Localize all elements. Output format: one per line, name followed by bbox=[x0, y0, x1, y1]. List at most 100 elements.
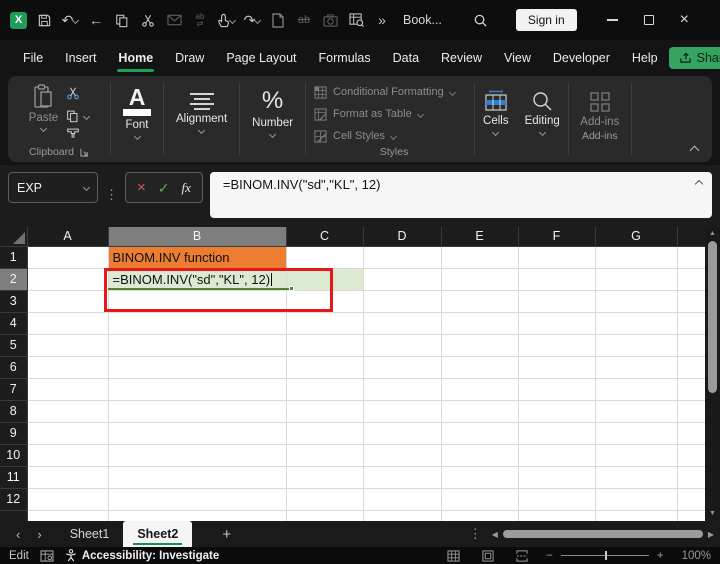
select-all-corner[interactable] bbox=[0, 227, 28, 247]
cell-G2[interactable] bbox=[595, 268, 678, 291]
tab-data[interactable]: Data bbox=[382, 46, 430, 70]
cell-E12[interactable] bbox=[441, 488, 519, 511]
column-header-G[interactable]: G bbox=[595, 227, 678, 247]
cell-H5[interactable] bbox=[677, 334, 705, 357]
horizontal-scrollbar[interactable]: ◀ ▶ bbox=[482, 530, 720, 539]
worksheet-grid[interactable]: A B C D E F G 1 BINOM.INV function 2 =BINOM.INV("s… bbox=[0, 227, 705, 521]
cell-D9[interactable] bbox=[363, 422, 442, 445]
share-button[interactable]: Share bbox=[668, 46, 720, 69]
cell-A7[interactable] bbox=[27, 378, 109, 401]
cell-G5[interactable] bbox=[595, 334, 678, 357]
cell-D7[interactable] bbox=[363, 378, 442, 401]
cell-C13[interactable] bbox=[286, 510, 364, 521]
cell-G4[interactable] bbox=[595, 312, 678, 335]
column-header-partial[interactable] bbox=[677, 227, 705, 247]
cell-D1[interactable] bbox=[363, 246, 442, 269]
name-box-dropdown-icon[interactable] bbox=[82, 183, 91, 192]
excel-logo-icon[interactable]: X bbox=[10, 11, 27, 29]
cell-A12[interactable] bbox=[27, 488, 109, 511]
macro-record-icon[interactable] bbox=[40, 549, 54, 562]
prev-sheet-icon[interactable]: ‹ bbox=[16, 527, 20, 542]
tab-view[interactable]: View bbox=[493, 46, 542, 70]
alignment-button[interactable]: Alignment bbox=[164, 76, 239, 148]
cell-H10[interactable] bbox=[677, 444, 705, 467]
cell-F9[interactable] bbox=[518, 422, 596, 445]
cell-A3[interactable] bbox=[27, 290, 109, 313]
cell-F4[interactable] bbox=[518, 312, 596, 335]
cell-H7[interactable] bbox=[677, 378, 705, 401]
column-header-E[interactable]: E bbox=[441, 227, 519, 247]
insert-function-icon[interactable]: fx bbox=[182, 180, 191, 196]
cell-D5[interactable] bbox=[363, 334, 442, 357]
cell-G13[interactable] bbox=[595, 510, 678, 521]
cell-F5[interactable] bbox=[518, 334, 596, 357]
cell-B9[interactable] bbox=[108, 422, 287, 445]
copy-button[interactable] bbox=[66, 109, 91, 123]
cell-F13[interactable] bbox=[518, 510, 596, 521]
column-header-B[interactable]: B bbox=[108, 227, 287, 247]
column-header-F[interactable]: F bbox=[518, 227, 596, 247]
cell-C6[interactable] bbox=[286, 356, 364, 379]
copy-icon[interactable] bbox=[113, 11, 131, 29]
cell-H6[interactable] bbox=[677, 356, 705, 379]
cell-B11[interactable] bbox=[108, 466, 287, 489]
sheet-tab-sheet1[interactable]: Sheet1 bbox=[56, 527, 124, 541]
cell-B10[interactable] bbox=[108, 444, 287, 467]
cancel-icon[interactable]: × bbox=[137, 180, 146, 195]
row-header-8[interactable]: 8 bbox=[0, 400, 28, 423]
cell-G3[interactable] bbox=[595, 290, 678, 313]
cell-B5[interactable] bbox=[108, 334, 287, 357]
cell-B13[interactable] bbox=[108, 510, 287, 521]
cell-F8[interactable] bbox=[518, 400, 596, 423]
cell-B2[interactable]: =BINOM.INV("sd","KL", 12) bbox=[108, 268, 287, 291]
cell-A5[interactable] bbox=[27, 334, 109, 357]
sheet-table[interactable]: A B C D E F G 1 BINOM.INV function 2 =BINOM.INV("s… bbox=[0, 227, 705, 521]
formula-input[interactable]: =BINOM.INV("sd","KL", 12) bbox=[209, 172, 712, 218]
row-header-3[interactable]: 3 bbox=[0, 290, 28, 313]
undo-dropdown-icon[interactable] bbox=[72, 16, 80, 24]
normal-view-icon[interactable] bbox=[447, 549, 460, 562]
cell-F11[interactable] bbox=[518, 466, 596, 489]
cell-H8[interactable] bbox=[677, 400, 705, 423]
scroll-right-icon[interactable]: ▶ bbox=[708, 530, 714, 539]
cell-A6[interactable] bbox=[27, 356, 109, 379]
undo-icon[interactable]: ↶ bbox=[61, 11, 80, 29]
cell-C2[interactable] bbox=[286, 268, 364, 291]
cell-G1[interactable] bbox=[595, 246, 678, 269]
cell-E6[interactable] bbox=[441, 356, 519, 379]
clipboard-dialog-launcher-icon[interactable] bbox=[80, 148, 89, 157]
cut-icon[interactable] bbox=[139, 11, 157, 29]
accessibility-status[interactable]: Accessibility: Investigate bbox=[65, 549, 219, 562]
cell-A13[interactable] bbox=[27, 510, 109, 521]
cell-G11[interactable] bbox=[595, 466, 678, 489]
document-title[interactable]: Book... bbox=[403, 13, 442, 27]
cell-G7[interactable] bbox=[595, 378, 678, 401]
redo-dropdown-icon[interactable] bbox=[254, 16, 262, 24]
cell-D8[interactable] bbox=[363, 400, 442, 423]
cell-D13[interactable] bbox=[363, 510, 442, 521]
cell-C4[interactable] bbox=[286, 312, 364, 335]
cell-A4[interactable] bbox=[27, 312, 109, 335]
cell-H1[interactable] bbox=[677, 246, 705, 269]
row-header-6[interactable]: 6 bbox=[0, 356, 28, 379]
row-header-10[interactable]: 10 bbox=[0, 444, 28, 467]
minimize-button[interactable] bbox=[606, 19, 618, 21]
cell-A8[interactable] bbox=[27, 400, 109, 423]
row-header-9[interactable]: 9 bbox=[0, 422, 28, 445]
cell-D3[interactable] bbox=[363, 290, 442, 313]
vertical-scrollbar[interactable]: ▲ ▼ bbox=[705, 227, 720, 521]
cell-B8[interactable] bbox=[108, 400, 287, 423]
drag-dots-icon[interactable]: ⋮ bbox=[105, 187, 118, 203]
cell-F10[interactable] bbox=[518, 444, 596, 467]
scroll-up-icon[interactable]: ▲ bbox=[709, 230, 716, 238]
cell-E2[interactable] bbox=[441, 268, 519, 291]
cell-E8[interactable] bbox=[441, 400, 519, 423]
cell-A9[interactable] bbox=[27, 422, 109, 445]
next-sheet-icon[interactable]: › bbox=[37, 527, 41, 542]
cell-C5[interactable] bbox=[286, 334, 364, 357]
cell-F1[interactable] bbox=[518, 246, 596, 269]
page-break-view-icon[interactable] bbox=[516, 549, 528, 562]
cell-B6[interactable] bbox=[108, 356, 287, 379]
collapse-ribbon-icon[interactable] bbox=[689, 145, 700, 156]
cell-C12[interactable] bbox=[286, 488, 364, 511]
